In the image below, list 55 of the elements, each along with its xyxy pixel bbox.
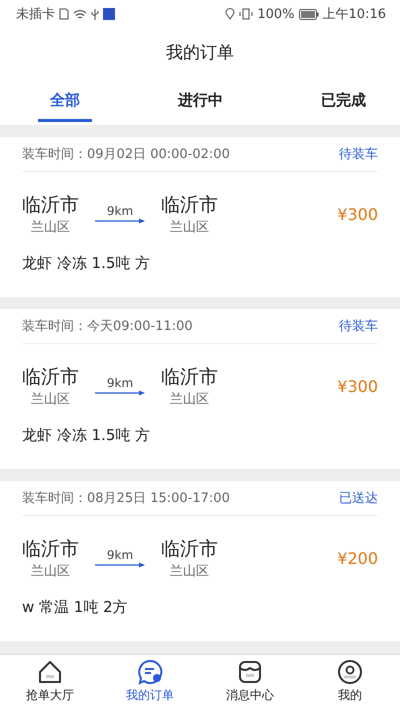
- carrier-text: 未插卡: [16, 6, 55, 23]
- nav-item[interactable]: 消息中心: [205, 655, 295, 711]
- destination-city: 临沂市: [161, 193, 218, 218]
- clock-time: 上午10:16: [322, 6, 386, 23]
- location-icon: [225, 8, 236, 20]
- order-tab[interactable]: 进行中: [166, 82, 235, 122]
- origin-city: 临沂市: [22, 193, 79, 218]
- loading-time: 装车时间：今天09:00-11:00: [22, 318, 193, 335]
- order-card[interactable]: 装车时间：08月25日 15:00-17:00 已送达 临沂市 兰山区 9km 临沂市 兰山区 ¥200 w 常温 1吨 2方: [0, 481, 400, 641]
- page-title: 我的订单: [165, 42, 235, 64]
- chat-bubble-icon: [137, 659, 163, 685]
- house-icon: [37, 659, 63, 685]
- nav-item[interactable]: 抢单大厅: [5, 655, 95, 711]
- arrow-icon: [95, 562, 145, 568]
- app-icon: [103, 8, 115, 20]
- order-tab[interactable]: 全部: [38, 82, 92, 122]
- destination-district: 兰山区: [170, 219, 209, 236]
- origin-district: 兰山区: [31, 391, 70, 408]
- nav-item[interactable]: 我的: [305, 655, 395, 711]
- destination-district: 兰山区: [170, 563, 209, 580]
- distance-text: 9km: [106, 376, 134, 390]
- order-tab[interactable]: 已完成: [309, 82, 378, 122]
- order-price: ¥300: [337, 204, 378, 224]
- loading-time: 装车时间：08月25日 15:00-17:00: [22, 490, 230, 507]
- order-status: 待装车: [339, 318, 378, 335]
- destination-district: 兰山区: [170, 391, 209, 408]
- wifi-icon: [73, 8, 87, 20]
- cargo-info: 龙虾 冷冻 1.5吨 方: [22, 426, 152, 445]
- nav-item[interactable]: 我的订单: [105, 655, 195, 711]
- store-icon: [237, 659, 263, 685]
- arrow-icon: [95, 218, 145, 224]
- origin-city: 临沂市: [22, 537, 79, 562]
- battery-percent: 100%: [257, 6, 295, 22]
- origin-district: 兰山区: [31, 219, 70, 236]
- distance-text: 9km: [106, 204, 134, 218]
- destination-city: 临沂市: [161, 365, 218, 390]
- loading-time: 装车时间：09月02日 00:00-02:00: [22, 146, 230, 163]
- order-price: ¥200: [337, 548, 378, 568]
- usb-icon: [91, 8, 99, 20]
- order-price: ¥300: [337, 376, 378, 396]
- cargo-info: w 常温 1吨 2方: [22, 598, 129, 617]
- order-status: 已送达: [339, 490, 378, 507]
- sim-icon: [59, 8, 69, 20]
- distance-text: 9km: [106, 548, 134, 562]
- origin-city: 临沂市: [22, 365, 79, 390]
- order-card[interactable]: 装车时间：09月02日 00:00-02:00 待装车 临沂市 兰山区 9km 临沂市 兰山区 ¥300 龙虾 冷冻 1.5吨 方: [0, 137, 400, 297]
- battery-icon: [298, 8, 319, 20]
- profile-icon: [337, 659, 363, 685]
- cargo-info: 龙虾 冷冻 1.5吨 方: [22, 254, 152, 273]
- order-status: 待装车: [339, 146, 378, 163]
- destination-city: 临沂市: [161, 537, 218, 562]
- arrow-icon: [95, 390, 145, 396]
- vibrate-icon: [239, 8, 254, 20]
- origin-district: 兰山区: [31, 563, 70, 580]
- order-card[interactable]: 装车时间：今天09:00-11:00 待装车 临沂市 兰山区 9km 临沂市 兰山区 ¥300 龙虾 冷冻 1.5吨 方: [0, 309, 400, 469]
